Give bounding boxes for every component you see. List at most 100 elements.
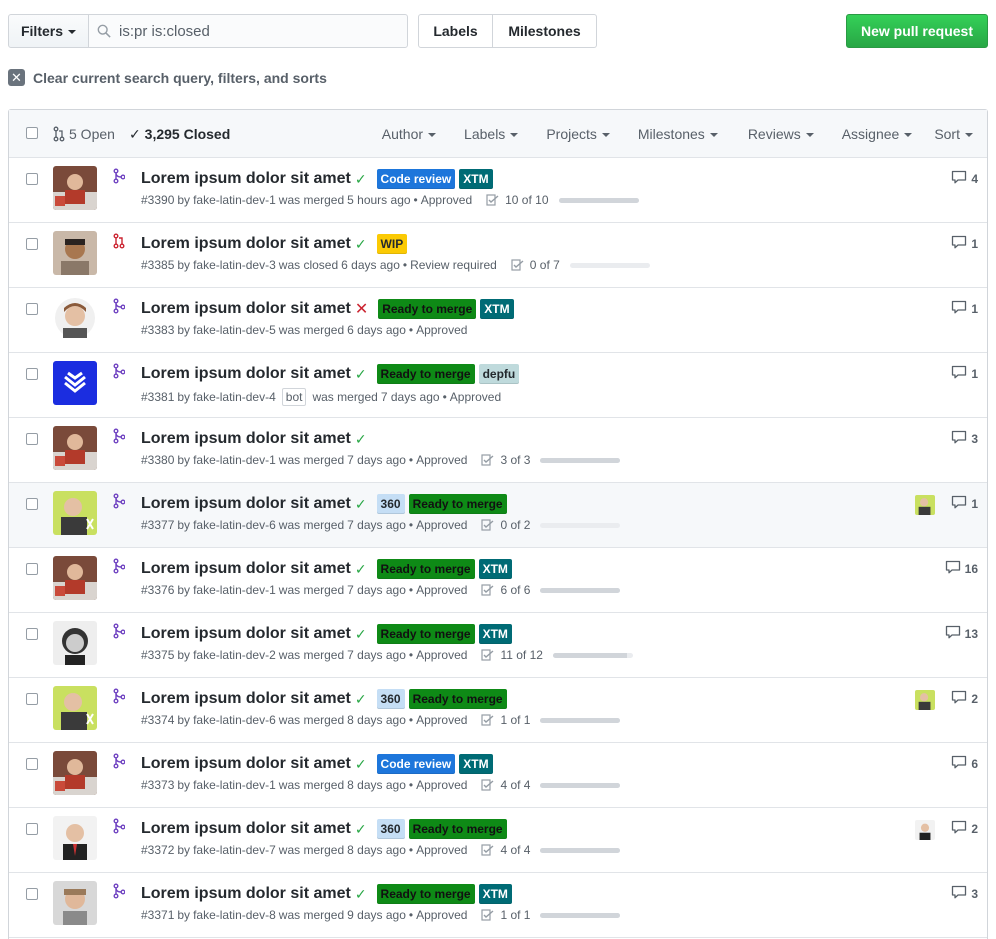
avatar[interactable] [53,491,97,535]
label-badge[interactable]: Code review [376,754,456,774]
avatar[interactable] [53,881,97,925]
check-icon[interactable]: ✓ [355,886,367,903]
row-checkbox[interactable] [26,563,38,575]
comments-link[interactable]: 13 [945,625,978,642]
menu-labels[interactable]: Labels [464,126,519,142]
comments-link[interactable]: 1 [951,300,978,317]
review-status[interactable]: Approved [416,518,467,532]
label-badge[interactable]: Ready to merge [408,689,507,709]
table-row[interactable]: Lorem ipsum dolor sit amet ✓ 360 Ready to m… [9,678,987,743]
table-row[interactable]: Lorem ipsum dolor sit amet ✓ 360 Ready to m… [9,808,987,873]
pr-title[interactable]: Lorem ipsum dolor sit amet [141,885,351,903]
avatar[interactable] [53,296,97,340]
comments-link[interactable]: 1 [951,495,978,512]
labels-button[interactable]: Labels [418,14,493,48]
label-badge[interactable]: Ready to merge [376,624,475,644]
row-checkbox[interactable] [26,498,38,510]
search-input[interactable] [117,21,387,41]
search-box[interactable] [88,14,408,48]
comments-link[interactable]: 3 [951,885,978,902]
pr-title[interactable]: Lorem ipsum dolor sit amet [141,625,351,643]
label-badge[interactable]: Ready to merge [376,559,475,579]
label-badge[interactable]: depfu [478,364,520,384]
menu-reviews[interactable]: Reviews [748,126,814,142]
check-icon[interactable]: ✓ [355,431,367,448]
label-badge[interactable]: Ready to merge [408,819,507,839]
pr-title[interactable]: Lorem ipsum dolor sit amet [141,755,351,773]
check-icon[interactable]: ✓ [355,496,367,513]
comments-link[interactable]: 6 [951,755,978,772]
label-badge[interactable]: XTM [459,169,493,189]
x-icon[interactable]: ✕ [355,299,368,319]
avatar[interactable] [53,361,97,405]
row-checkbox[interactable] [26,303,38,315]
review-status[interactable]: Approved [416,323,467,337]
table-row[interactable]: Lorem ipsum dolor sit amet ✓ Ready to merg… [9,353,987,418]
closed-filter[interactable]: ✓ 3,295 Closed [129,126,230,143]
row-checkbox[interactable] [26,433,38,445]
label-badge[interactable]: XTM [478,624,512,644]
avatar[interactable] [53,166,97,210]
comments-link[interactable]: 4 [951,170,978,187]
table-row[interactable]: Lorem ipsum dolor sit amet ✓ #3380 by fake-l… [9,418,987,483]
avatar[interactable] [53,556,97,600]
table-row[interactable]: Lorem ipsum dolor sit amet ✓ 360 Ready to m… [9,483,987,548]
milestones-button[interactable]: Milestones [493,14,597,48]
table-row[interactable]: Lorem ipsum dolor sit amet ✓ Code review XT… [9,743,987,808]
label-badge[interactable]: XTM [459,754,493,774]
comments-link[interactable]: 2 [951,820,978,837]
avatar[interactable] [53,686,97,730]
comments-link[interactable]: 1 [951,235,978,252]
review-status[interactable]: Review required [410,258,497,272]
table-row[interactable]: Lorem ipsum dolor sit amet ✓ Ready to merg… [9,548,987,613]
review-status[interactable]: Approved [416,583,467,597]
pr-title[interactable]: Lorem ipsum dolor sit amet [141,300,351,318]
check-icon[interactable]: ✓ [355,561,367,578]
review-status[interactable]: Approved [416,908,467,922]
row-checkbox[interactable] [26,628,38,640]
label-badge[interactable]: XTM [480,299,514,319]
label-badge[interactable]: 360 [376,494,405,514]
avatar[interactable] [53,751,97,795]
row-checkbox[interactable] [26,823,38,835]
pr-author[interactable]: fake-latin-dev-7 [193,843,276,857]
check-icon[interactable]: ✓ [355,236,367,253]
menu-assignee[interactable]: Assignee [842,126,913,142]
review-status[interactable]: Approved [416,648,467,662]
pr-title[interactable]: Lorem ipsum dolor sit amet [141,820,351,838]
pr-title[interactable]: Lorem ipsum dolor sit amet [141,430,351,448]
label-badge[interactable]: Ready to merge [376,364,475,384]
pr-title[interactable]: Lorem ipsum dolor sit amet [141,365,351,383]
pr-author[interactable]: fake-latin-dev-8 [193,908,276,922]
new-pull-request-button[interactable]: New pull request [846,14,988,48]
menu-sort[interactable]: Sort [934,126,973,142]
review-status[interactable]: Approved [421,193,472,207]
label-badge[interactable]: Ready to merge [376,884,475,904]
table-row[interactable]: Lorem ipsum dolor sit amet ✓ Ready to merg… [9,873,987,938]
check-icon[interactable]: ✓ [355,691,367,708]
row-checkbox[interactable] [26,238,38,250]
label-badge[interactable]: 360 [376,819,405,839]
label-badge[interactable]: Code review [376,169,456,189]
review-status[interactable]: Approved [416,843,467,857]
pr-title[interactable]: Lorem ipsum dolor sit amet [141,690,351,708]
comments-link[interactable]: 2 [951,690,978,707]
label-badge[interactable]: XTM [478,884,512,904]
check-icon[interactable]: ✓ [355,171,367,188]
row-checkbox[interactable] [26,368,38,380]
pr-title[interactable]: Lorem ipsum dolor sit amet [141,170,351,188]
assignee-avatar[interactable] [915,690,935,710]
assignee-avatar[interactable] [915,495,935,515]
open-filter[interactable]: 5 Open [53,126,115,142]
table-row[interactable]: Lorem ipsum dolor sit amet ✓ Ready to merg… [9,613,987,678]
pr-author[interactable]: fake-latin-dev-2 [193,648,276,662]
review-status[interactable]: Approved [416,778,467,792]
pr-author[interactable]: fake-latin-dev-1 [193,583,276,597]
label-badge[interactable]: XTM [478,559,512,579]
pr-author[interactable]: fake-latin-dev-1 [193,453,276,467]
pr-author[interactable]: fake-latin-dev-6 [193,713,276,727]
pr-author[interactable]: fake-latin-dev-3 [193,258,276,272]
pr-title[interactable]: Lorem ipsum dolor sit amet [141,235,351,253]
row-checkbox[interactable] [26,888,38,900]
check-icon[interactable]: ✓ [355,366,367,383]
